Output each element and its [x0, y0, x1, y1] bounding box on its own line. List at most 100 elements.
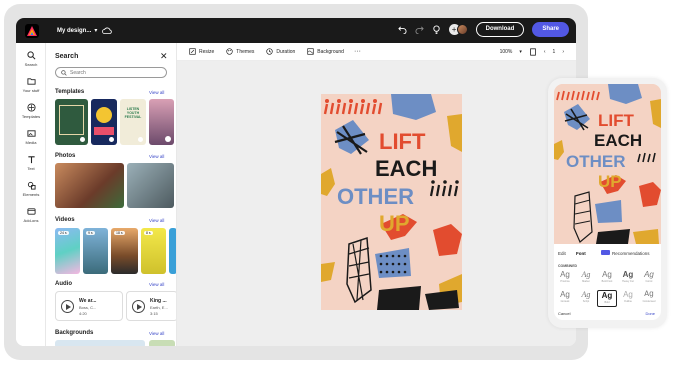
audio-title: We ar...	[79, 298, 97, 304]
duration-button[interactable]: Duration	[266, 48, 295, 55]
play-icon[interactable]	[61, 300, 74, 313]
rail-item-templates[interactable]: Templates	[16, 103, 46, 119]
rail-label: Templates	[21, 114, 41, 119]
section-backgrounds-heading: Backgrounds	[55, 330, 94, 336]
document-title[interactable]: My design...	[57, 28, 91, 34]
rail-label: Search	[24, 62, 38, 67]
cancel-button[interactable]: Cancel	[558, 311, 570, 316]
template-thumb[interactable]	[91, 99, 117, 145]
view-all-templates-link[interactable]: View all	[149, 90, 164, 95]
download-button[interactable]: Download	[475, 22, 525, 37]
canvas-area[interactable]: LIFT EACH OTHER UP	[177, 61, 576, 346]
recommendations-badge	[601, 250, 610, 255]
video-thumb[interactable]: 18 s	[111, 228, 138, 274]
mobile-poster-line-1: LIFT	[598, 111, 634, 130]
chevron-down-icon[interactable]: ▾	[94, 27, 97, 34]
background-thumb[interactable]	[55, 340, 145, 346]
font-option-selected[interactable]: Ag Bold	[597, 290, 617, 307]
font-option[interactable]: Ag Marker	[576, 270, 596, 287]
rail-label: Your stuff	[22, 88, 40, 93]
rail-item-elements[interactable]: Elements	[16, 181, 46, 197]
search-icon	[26, 51, 35, 60]
search-input[interactable]: Search	[55, 67, 167, 78]
view-all-audio-link[interactable]: View all	[149, 282, 164, 287]
font-option[interactable]: Ag Proxima	[555, 270, 575, 287]
audio-card[interactable]: King ... Earth, E... 3:15	[126, 291, 176, 321]
photo-thumb[interactable]	[55, 163, 124, 208]
rail-item-search[interactable]: Search	[16, 51, 46, 67]
app-window: My design... ▾ + Download Share Search Y…	[16, 18, 576, 346]
avatar[interactable]	[456, 24, 468, 35]
font-option[interactable]: Ag Heavy Cut	[618, 270, 638, 287]
font-option[interactable]: Ag Outline	[618, 290, 638, 307]
tab-font[interactable]: Font	[576, 251, 586, 256]
poster-line-2[interactable]: EACH	[375, 156, 437, 181]
audio-artist: Earth, E...	[150, 305, 168, 310]
video-thumb[interactable]	[169, 228, 176, 274]
mobile-poster[interactable]: LIFT EACH OTHER UP	[554, 84, 661, 244]
poster-artwork[interactable]: LIFT EACH OTHER UP	[321, 94, 462, 310]
more-options-icon[interactable]: ···	[354, 48, 361, 55]
rail-label: Media	[25, 140, 37, 145]
adobe-express-logo-icon[interactable]	[25, 23, 39, 38]
play-icon[interactable]	[132, 300, 145, 313]
previous-page-icon[interactable]: ‹	[544, 49, 546, 55]
view-all-photos-link[interactable]: View all	[149, 154, 164, 159]
font-option[interactable]: Ag Condensed	[639, 290, 659, 307]
rail-item-media[interactable]: Media	[16, 129, 46, 145]
view-all-backgrounds-link[interactable]: View all	[149, 331, 164, 336]
resize-button[interactable]: Resize	[189, 48, 214, 55]
poster-line-3[interactable]: OTHER	[337, 184, 414, 209]
redo-icon[interactable]	[415, 25, 424, 34]
font-option[interactable]: Ag Comic	[639, 270, 659, 287]
background-label: Background	[317, 48, 344, 55]
video-thumb[interactable]: 9 s	[83, 228, 108, 274]
search-icon	[61, 70, 67, 76]
share-button[interactable]: Share	[532, 22, 569, 37]
background-icon	[307, 48, 314, 55]
zoom-level[interactable]: 100%	[500, 49, 513, 55]
template-thumb[interactable]: LISTEN YOUTH FESTIVAL	[120, 99, 146, 145]
text-icon	[27, 156, 35, 164]
mobile-poster-line-3: OTHER	[566, 152, 626, 171]
background-thumb[interactable]	[149, 340, 175, 346]
premium-icon	[138, 137, 143, 142]
font-option[interactable]: Ag Bold Font	[597, 270, 617, 287]
audio-card[interactable]: We ar... Boss, C... 4:20	[55, 291, 123, 321]
tab-recommendations[interactable]: Recommendations	[612, 251, 650, 256]
collaborators[interactable]: +	[448, 24, 468, 35]
tab-edit[interactable]: Edit	[558, 251, 566, 256]
canvas-toolbar: Resize Themes Duration Background ··· 10…	[177, 43, 576, 61]
font-option[interactable]: Ag Grotesk	[555, 290, 575, 307]
left-rail: Search Your stuff Templates Media Text E…	[16, 43, 46, 346]
font-option[interactable]: Ag Script	[576, 290, 596, 307]
view-all-videos-link[interactable]: View all	[149, 218, 164, 223]
template-thumb[interactable]	[149, 99, 174, 145]
mobile-poster-line-4: UP	[598, 172, 622, 191]
rail-item-text[interactable]: Text	[16, 155, 46, 171]
next-page-icon[interactable]: ›	[562, 49, 564, 55]
undo-icon[interactable]	[397, 25, 407, 34]
done-button[interactable]: Done	[645, 311, 655, 316]
poster-line-1[interactable]: LIFT	[379, 129, 426, 154]
template-thumb[interactable]	[55, 99, 88, 145]
design-page[interactable]: LIFT EACH OTHER UP	[321, 94, 462, 310]
close-icon[interactable]: ✕	[160, 51, 168, 62]
video-thumb[interactable]: 8 s	[141, 228, 166, 274]
lightbulb-icon[interactable]	[432, 25, 441, 34]
audio-duration: 3:15	[150, 311, 158, 316]
themes-button[interactable]: Themes	[226, 48, 254, 55]
background-button[interactable]: Background	[307, 48, 344, 55]
poster-line-4[interactable]: UP	[379, 211, 410, 236]
video-duration-badge: 8 s	[144, 231, 153, 235]
rail-item-add-ons[interactable]: Add-ons	[16, 207, 46, 223]
chevron-down-icon[interactable]: ▾	[519, 49, 522, 55]
rail-item-your-stuff[interactable]: Your stuff	[16, 77, 46, 93]
photo-thumb[interactable]	[127, 163, 174, 208]
pages-icon[interactable]	[529, 47, 537, 56]
section-audio-heading: Audio	[55, 281, 72, 287]
top-bar: My design... ▾ + Download Share	[16, 18, 576, 43]
video-thumb[interactable]: 24 s	[55, 228, 80, 274]
combined-label: COMBINED	[558, 264, 578, 268]
panel-title: Search	[55, 53, 79, 60]
